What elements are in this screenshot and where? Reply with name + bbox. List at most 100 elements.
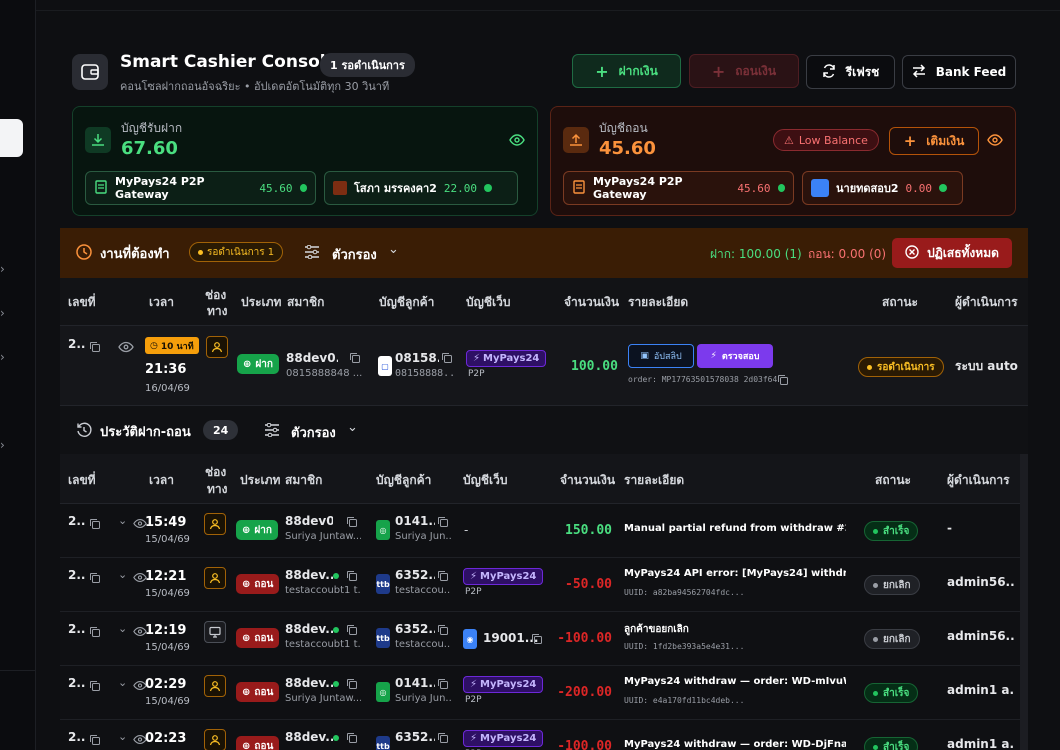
withdraw-account-chip[interactable]: นายทดสอบ2 0.00 [802, 171, 963, 205]
copy-icon[interactable] [346, 624, 358, 636]
sidebar-active-item[interactable] [0, 119, 23, 157]
web-acc-label: MyPays24 [483, 353, 540, 364]
row-member-sub: testaccoubt1 t... [285, 639, 361, 650]
bolt-icon: ⚡ [470, 679, 478, 690]
withdraw-button[interactable]: + ถอนเงิน [689, 54, 799, 88]
copy-icon[interactable] [346, 678, 358, 690]
topup-button-label: เติมเงิน [926, 133, 965, 148]
reject-all-button[interactable]: ปฏิเสธทั้งหมด [892, 238, 1012, 268]
copy-icon[interactable] [346, 570, 358, 582]
chip-name: MyPays24 P2P Gateway [115, 175, 205, 201]
copy-icon[interactable] [89, 341, 101, 353]
topup-button[interactable]: + เติมเงิน [889, 127, 979, 155]
chevron-down-icon[interactable]: ⌄ [118, 730, 127, 743]
upload-slip-label: อัปสลิป [653, 352, 682, 362]
copy-icon[interactable] [349, 352, 361, 364]
chip-name: นายทดสอบ2 [836, 182, 899, 195]
withdraw-account-chip[interactable]: MyPays24 P2P Gateway 45.60 [563, 171, 794, 205]
row-time: 15:49 [145, 515, 187, 530]
row-detail: MyPays24 withdraw — order: WD-mIvuWqq6..… [624, 676, 846, 687]
copy-icon[interactable] [437, 624, 449, 636]
table-row[interactable]: 2.. ⌄ 12:19 15/04/69 ⊕ถอน 88dev... testa… [60, 612, 1028, 666]
deposit-account-card: บัญชีรับฝาก 67.60 MyPays24 P2P Gateway 4… [72, 106, 538, 216]
eye-icon[interactable] [509, 133, 525, 150]
col-type: ประเภท [240, 473, 281, 487]
reject-all-label: ปฏิเสธทั้งหมด [927, 245, 999, 260]
filter-icon[interactable] [304, 244, 320, 262]
task-row[interactable]: 2.. ◷10 นาที 21:36 16/04/69 ⊕ฝาก 88dev0.… [60, 326, 1028, 406]
deposit-button[interactable]: + ฝากเงิน [572, 54, 681, 88]
bank-doc-icon [94, 179, 108, 197]
refresh-button[interactable]: รีเฟรช [806, 55, 895, 89]
clock-icon: ◷ [150, 340, 158, 351]
status-badge: สำเร็จ [864, 737, 919, 750]
copy-icon[interactable] [437, 732, 449, 744]
deposit-account-amount: 67.60 [121, 138, 178, 159]
row-cust-acc: 6352... [395, 622, 435, 636]
row-cust-acc-sub: Suriya Jun... [395, 531, 451, 542]
table-row[interactable]: 2.. ⌄ 02:23 ⊕ถอน 88dev... ttb 6352... ⚡M… [60, 720, 1028, 750]
row-member-sub: Suriya Juntaw... [285, 531, 361, 542]
copy-icon[interactable] [437, 678, 449, 690]
chevron-down-icon[interactable]: ⌄ [118, 622, 127, 635]
copy-icon[interactable] [441, 352, 453, 364]
row-member: 88dev... [285, 730, 333, 744]
copy-icon[interactable] [89, 518, 101, 530]
upload-slip-button[interactable]: ▣ อัปสลิป [628, 344, 694, 368]
deposit-account-chip[interactable]: โสภา มรรคงคา2 22.00 [324, 171, 518, 205]
table-row[interactable]: 2.. ⌄ 12:21 15/04/69 ⊕ถอน 88dev... testa… [60, 558, 1028, 612]
copy-icon[interactable] [89, 572, 101, 584]
scrollbar[interactable] [1020, 454, 1028, 750]
chevron-down-icon[interactable]: ⌄ [118, 676, 127, 689]
swap-arrows-icon [912, 63, 926, 81]
chevron-down-icon[interactable]: ⌄ [347, 420, 358, 435]
table-row[interactable]: 2.. ⌄ 15:49 15/04/69 ⊕ฝาก 88dev0... Suri… [60, 504, 1028, 558]
tasks-filter-label[interactable]: ตัวกรอง [332, 244, 377, 265]
person-icon [204, 567, 226, 589]
bank-doc-icon [572, 179, 586, 197]
row-operator: admin56... [947, 629, 1015, 643]
bank-logo-icon [333, 181, 347, 195]
tasks-title: งานที่ต้องทำ [100, 247, 170, 262]
copy-icon[interactable] [437, 516, 449, 528]
copy-icon[interactable] [346, 516, 358, 528]
copy-icon[interactable] [346, 732, 358, 744]
filter-icon[interactable] [264, 422, 280, 440]
chevron-right-icon[interactable]: › [0, 262, 10, 276]
row-cust-acc: 0141... [395, 676, 435, 690]
col-detail: รายละเอียด [624, 473, 685, 487]
type-label: ถอน [254, 578, 274, 590]
low-balance-label: Low Balance [798, 133, 868, 147]
copy-icon[interactable] [89, 626, 101, 638]
history-filter-label[interactable]: ตัวกรอง [291, 422, 336, 443]
row-date: 15/04/69 [145, 642, 190, 653]
chevron-right-icon[interactable]: › [0, 306, 10, 320]
web-acc-sub: P2P [468, 369, 485, 379]
table-row[interactable]: 2.. ⌄ 02:29 15/04/69 ⊕ถอน 88dev... Suriy… [60, 666, 1028, 720]
chevron-down-icon[interactable]: ⌄ [388, 242, 399, 257]
chevron-right-icon[interactable]: › [0, 350, 10, 364]
row-cust-acc: 0141... [395, 514, 435, 528]
status-label: สำเร็จ [883, 741, 910, 750]
eye-icon[interactable] [987, 133, 1003, 150]
copy-icon[interactable] [89, 680, 101, 692]
row-member: 88dev... [285, 568, 333, 582]
verify-button[interactable]: ⚡ ตรวจสอบ [697, 344, 773, 368]
bank-logo-icon: ◎ [376, 520, 390, 540]
eye-icon[interactable] [118, 341, 134, 353]
copy-icon[interactable] [437, 570, 449, 582]
online-dot [333, 573, 339, 579]
download-icon [85, 127, 111, 153]
deposit-account-chip[interactable]: MyPays24 P2P Gateway 45.60 [85, 171, 316, 205]
copy-icon[interactable] [777, 374, 789, 386]
col-operator: ผู้ดำเนินการ [955, 295, 1018, 309]
col-amount: จำนวนเงิน [560, 473, 616, 487]
copy-icon[interactable] [531, 633, 543, 645]
bank-feed-button[interactable]: Bank Feed [902, 55, 1016, 89]
status-badge: สำเร็จ [864, 521, 919, 541]
copy-icon[interactable] [89, 734, 101, 746]
chevron-down-icon[interactable]: ⌄ [118, 514, 127, 527]
chevron-right-icon[interactable]: › [0, 438, 10, 452]
row-member: 88dev0... [285, 514, 333, 528]
chevron-down-icon[interactable]: ⌄ [118, 568, 127, 581]
